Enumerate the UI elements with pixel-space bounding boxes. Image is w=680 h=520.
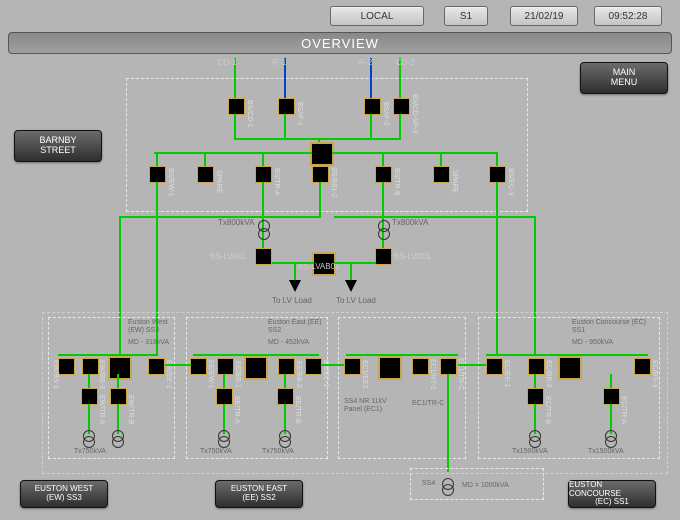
label-bscd1: BS/CD-1 — [246, 90, 253, 138]
switch-bstrb[interactable] — [375, 166, 392, 183]
switch-bsif2[interactable] — [364, 98, 381, 115]
switch-spare2[interactable] — [433, 166, 450, 183]
substations-outer-frame — [42, 312, 668, 474]
label-bsbb12: BS/BB1-2 — [330, 158, 337, 206]
label-lvb01: BS-LVB01 — [394, 252, 431, 261]
feeder-if1-label: IF-1 — [272, 58, 286, 67]
switch-bscd1[interactable] — [228, 98, 245, 115]
label-lvload-a: To LV Load — [272, 296, 312, 305]
tx-b-label: Tx800kVA — [392, 218, 428, 227]
arrow-lv-load-b — [345, 280, 357, 292]
label-bscdsp3: BS/CD-SP-3 — [411, 90, 418, 138]
feeder-cd2-label: CD-2 — [396, 58, 415, 67]
euston-concourse-button[interactable]: EUSTON CONCOURSE(EC) SS1 — [568, 480, 656, 508]
main-menu-button[interactable]: MAINMENU — [580, 62, 668, 94]
switch-bscdsp3[interactable] — [393, 98, 410, 115]
arrow-lv-load-a — [289, 280, 301, 292]
label-spare2: SPARE — [451, 158, 458, 206]
label-bsec3: BS/EC-3 — [507, 158, 514, 206]
busbar-left — [154, 152, 312, 154]
label-bstrb: BS/TR-B — [393, 158, 400, 206]
label-bsif1: BS/IF-1 — [296, 90, 303, 138]
switch-bsec3[interactable] — [489, 166, 506, 183]
label-bstra: BS/TR-A — [273, 158, 280, 206]
label-lvload-b: To LV Load — [336, 296, 376, 305]
feeder-if2-label: IF-2 — [358, 58, 372, 67]
barnby-street-button[interactable]: BARNBYSTREET — [14, 130, 102, 162]
date-display: 21/02/19 — [510, 6, 578, 26]
switch-lva01[interactable] — [255, 248, 272, 265]
euston-east-button[interactable]: EUSTON EAST(EE) SS2 — [215, 480, 303, 508]
label-bsif2: BS/IF-2 — [382, 90, 389, 138]
time-display: 09:52:28 — [594, 6, 662, 26]
tx-a-label: Tx800kVA — [218, 218, 254, 227]
mode-display: LOCAL — [330, 6, 424, 26]
switch-lvb01[interactable] — [375, 248, 392, 265]
switch-bsew1[interactable] — [149, 166, 166, 183]
busbar-right — [332, 152, 498, 154]
switch-bstra[interactable] — [255, 166, 272, 183]
label-lva01: BS-LVA01 — [210, 252, 246, 261]
label-bsew1: BS/EW-1 — [167, 158, 174, 206]
euston-west-button[interactable]: EUSTON WEST(EW) SS3 — [20, 480, 108, 508]
switch-bsbb12[interactable] — [312, 166, 329, 183]
page-title: OVERVIEW — [8, 32, 672, 54]
switch-spare1[interactable] — [197, 166, 214, 183]
station-display: S1 — [444, 6, 488, 26]
feeder-cd1-label: CD-1 — [218, 58, 237, 67]
switch-bsif1[interactable] — [278, 98, 295, 115]
label-spare1: SPARE — [215, 158, 222, 206]
